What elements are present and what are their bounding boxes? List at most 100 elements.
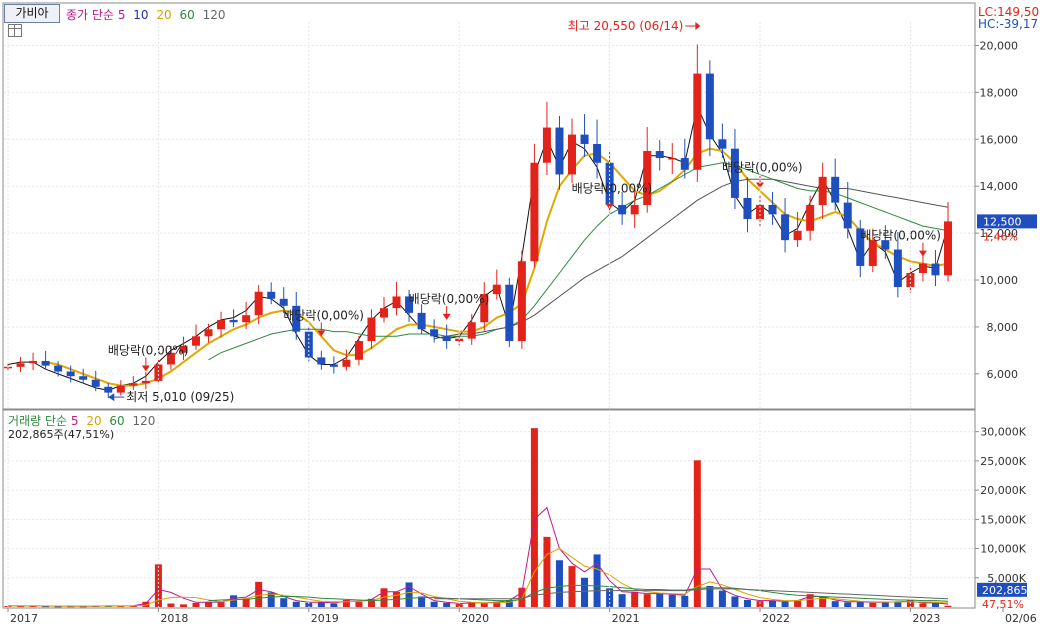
candle-body[interactable]: [843, 202, 852, 229]
volume-bar[interactable]: [856, 601, 864, 607]
candle-body[interactable]: [104, 386, 113, 393]
candle-body[interactable]: [655, 151, 664, 159]
legend-ma5[interactable]: 5: [118, 8, 126, 22]
candle-body[interactable]: [918, 263, 927, 273]
candle-body[interactable]: [517, 261, 526, 342]
volume-bar[interactable]: [656, 592, 664, 607]
volume-bar[interactable]: [631, 591, 639, 607]
legend-ma120[interactable]: 120: [203, 8, 226, 22]
candle-body[interactable]: [91, 379, 100, 387]
volume-bar[interactable]: [869, 602, 877, 607]
legend-ma60[interactable]: 60: [180, 8, 195, 22]
volume-bar[interactable]: [919, 603, 927, 607]
volume-bar[interactable]: [718, 590, 726, 607]
volume-bar[interactable]: [643, 594, 651, 607]
stock-name-tab[interactable]: 가비아: [4, 4, 60, 23]
volume-bar[interactable]: [944, 605, 952, 607]
candle-body[interactable]: [29, 360, 38, 364]
legend-ma20[interactable]: 20: [156, 8, 171, 22]
candle-body[interactable]: [41, 360, 50, 366]
candle-body[interactable]: [54, 365, 63, 372]
candle-body[interactable]: [66, 371, 75, 377]
grid-table-icon[interactable]: [8, 24, 22, 37]
candle-body[interactable]: [568, 134, 576, 175]
legend-vma120[interactable]: 120: [133, 414, 156, 428]
candle-body[interactable]: [718, 139, 727, 149]
volume-bar[interactable]: [581, 577, 589, 607]
volume-bar[interactable]: [317, 602, 325, 607]
volume-bar[interactable]: [743, 599, 751, 607]
candle-body[interactable]: [204, 329, 213, 337]
candle-body[interactable]: [768, 204, 777, 215]
volume-bar[interactable]: [179, 604, 187, 607]
candle-body[interactable]: [630, 204, 639, 215]
candle-body[interactable]: [242, 315, 251, 323]
candle-body[interactable]: [254, 291, 263, 316]
volume-bar[interactable]: [192, 602, 200, 607]
volume-bar[interactable]: [668, 594, 676, 607]
legend-ma10[interactable]: 10: [133, 8, 148, 22]
candle-body[interactable]: [141, 380, 150, 384]
candle-body[interactable]: [417, 312, 426, 330]
candle-body[interactable]: [693, 73, 702, 170]
volume-bars[interactable]: [4, 428, 952, 608]
candle-body[interactable]: [79, 376, 88, 380]
candle-body[interactable]: [818, 176, 827, 205]
candle-body[interactable]: [743, 197, 752, 220]
volume-bar[interactable]: [167, 603, 175, 607]
candle-body[interactable]: [467, 322, 476, 339]
candle-body[interactable]: [217, 319, 226, 330]
volume-bar[interactable]: [881, 602, 889, 607]
candle-body[interactable]: [329, 364, 338, 367]
volume-bar[interactable]: [831, 601, 839, 607]
candle-body[interactable]: [618, 204, 627, 215]
candle-body[interactable]: [806, 204, 815, 231]
candle-body[interactable]: [354, 341, 363, 360]
volume-bar[interactable]: [543, 536, 551, 607]
candle-body[interactable]: [442, 336, 451, 342]
volume-bar[interactable]: [681, 595, 689, 607]
volume-bar[interactable]: [894, 601, 902, 607]
candle-body[interactable]: [931, 263, 940, 276]
candle-body[interactable]: [129, 383, 138, 386]
candle-body[interactable]: [868, 240, 877, 266]
volume-bar[interactable]: [618, 594, 626, 607]
candle-body[interactable]: [593, 143, 602, 163]
candle-body[interactable]: [229, 319, 238, 323]
volume-bar[interactable]: [781, 601, 789, 607]
candle-body[interactable]: [793, 230, 802, 241]
candle-body[interactable]: [192, 336, 200, 346]
candle-body[interactable]: [267, 291, 276, 299]
candle-body[interactable]: [505, 284, 514, 342]
candle-body[interactable]: [392, 296, 401, 309]
candle-body[interactable]: [492, 284, 501, 295]
candle-body[interactable]: [831, 176, 840, 203]
volume-bar[interactable]: [230, 595, 238, 607]
volume-bar[interactable]: [568, 566, 576, 607]
volume-bar[interactable]: [430, 601, 438, 607]
candle-body[interactable]: [680, 158, 689, 170]
candle-body[interactable]: [555, 127, 564, 175]
candle-body[interactable]: [367, 317, 376, 342]
volume-bar[interactable]: [292, 601, 300, 607]
candle-body[interactable]: [542, 127, 551, 163]
candle-body[interactable]: [893, 249, 902, 288]
candle-body[interactable]: [530, 162, 539, 262]
price-legend[interactable]: 종가 단순 5 10 20 60 120: [66, 6, 226, 23]
volume-bar[interactable]: [280, 598, 288, 607]
volume-bar[interactable]: [593, 554, 601, 607]
volume-bar[interactable]: [769, 600, 777, 607]
candle-body[interactable]: [342, 359, 351, 367]
volume-bar[interactable]: [480, 603, 488, 607]
candle-body[interactable]: [317, 357, 326, 365]
volume-bar[interactable]: [255, 581, 263, 607]
volume-bar[interactable]: [555, 560, 563, 607]
candle-body[interactable]: [705, 73, 714, 140]
candle-body[interactable]: [781, 214, 790, 241]
candle-body[interactable]: [279, 298, 288, 306]
volume-bar[interactable]: [217, 602, 225, 607]
candle-body[interactable]: [944, 221, 952, 276]
volume-bar[interactable]: [355, 601, 363, 607]
volume-bar[interactable]: [844, 602, 852, 607]
candle-body[interactable]: [116, 385, 125, 393]
